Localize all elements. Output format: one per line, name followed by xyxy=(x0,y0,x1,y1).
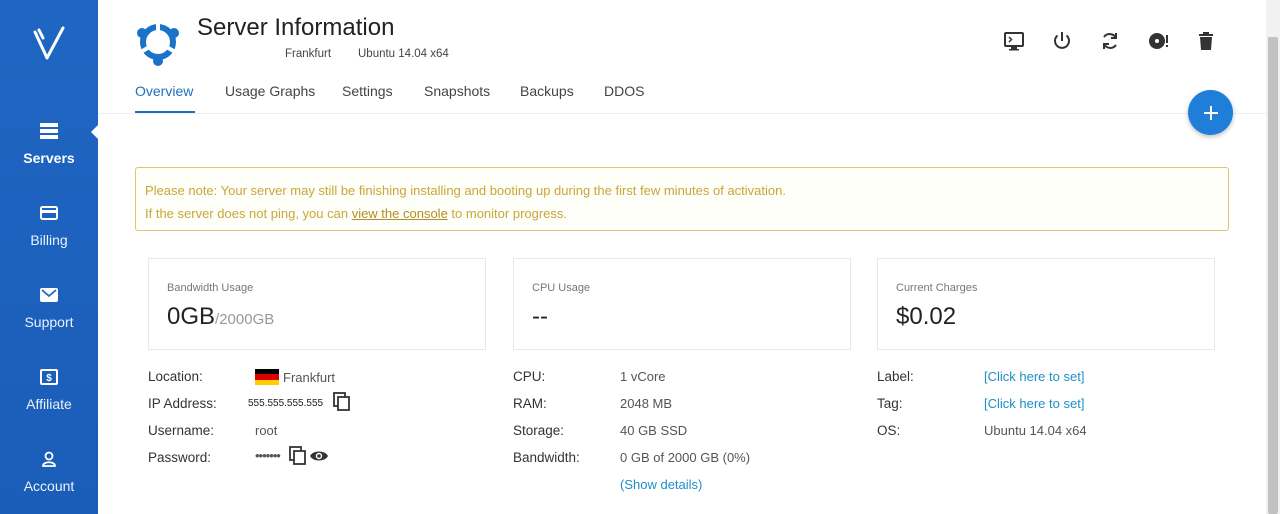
tag-label: Tag: xyxy=(877,396,903,411)
location-value: Frankfurt xyxy=(255,369,335,385)
sidebar-item-label: Support xyxy=(24,314,74,330)
bandwidth-usage-card: Bandwidth Usage 0GB/2000GB xyxy=(148,258,486,350)
sidebar-item-label: Servers xyxy=(23,150,75,166)
sidebar-item-affiliate[interactable]: $ Affiliate xyxy=(0,348,98,430)
copy-icon xyxy=(333,392,350,411)
reinstall-icon xyxy=(1149,33,1168,49)
power-button[interactable] xyxy=(1050,29,1074,53)
page-title: Server Information xyxy=(197,14,395,41)
set-label-link[interactable]: [Click here to set] xyxy=(984,369,1084,384)
notice-line-1: Please note: Your server may still be fi… xyxy=(145,183,786,198)
label-label: Label: xyxy=(877,369,914,384)
servers-icon xyxy=(38,120,60,142)
active-tab-underline xyxy=(135,111,195,113)
server-location: Frankfurt xyxy=(285,48,332,60)
logo-icon xyxy=(33,26,65,60)
bandwidth-value: 0 GB of 2000 GB (0%) xyxy=(620,450,751,465)
notice-text: If the server does not ping, you can xyxy=(145,206,352,221)
show-password-button[interactable] xyxy=(308,446,330,466)
setup-notice: Please note: Your server may still be fi… xyxy=(135,167,1229,231)
ip-address-label: IP Address: xyxy=(148,396,217,411)
ip-address-value: 555.555.555.555 xyxy=(248,398,324,409)
bandwidth-label: Bandwidth: xyxy=(513,450,580,465)
card-value: 0GB/2000GB xyxy=(167,303,274,331)
storage-value: 40 GB SSD xyxy=(620,423,688,438)
copy-ip-button[interactable] xyxy=(332,392,352,412)
ram-value: 2048 MB xyxy=(620,396,673,411)
dollar-icon: $ xyxy=(38,366,60,388)
card-label: Bandwidth Usage xyxy=(167,282,254,294)
tab-settings[interactable]: Settings xyxy=(342,83,393,99)
sidebar-item-label: Account xyxy=(23,478,75,494)
credit-card-icon xyxy=(38,202,60,224)
server-os: Ubuntu 14.04 x64 xyxy=(358,48,449,60)
power-icon xyxy=(1054,32,1070,49)
card-label: CPU Usage xyxy=(532,282,591,294)
card-value: -- xyxy=(532,303,548,330)
sidebar-item-label: Affiliate xyxy=(26,396,72,412)
bandwidth-total: /2000GB xyxy=(215,311,275,328)
copy-icon xyxy=(289,446,306,465)
plus-icon xyxy=(1203,105,1218,120)
bandwidth-used: 0GB xyxy=(167,303,216,330)
notice-line-2: If the server does not ping, you can vie… xyxy=(145,202,1228,225)
show-details-link[interactable]: (Show details) xyxy=(620,477,702,492)
eye-icon xyxy=(310,451,328,461)
active-indicator xyxy=(91,124,99,140)
console-button[interactable] xyxy=(1002,29,1026,53)
sidebar-item-label: Billing xyxy=(30,232,68,248)
notice-text: to monitor progress. xyxy=(447,206,568,221)
os-value: Ubuntu 14.04 x64 xyxy=(984,423,1087,438)
sidebar-item-servers[interactable]: Servers xyxy=(0,102,98,184)
sidebar-item-account[interactable]: Account xyxy=(0,430,98,512)
trash-icon xyxy=(1199,32,1213,50)
ram-label: RAM: xyxy=(513,396,547,411)
os-label: OS: xyxy=(877,423,901,438)
scrollbar-thumb[interactable] xyxy=(1268,37,1278,514)
username-value: root xyxy=(255,423,278,438)
sidebar-item-billing[interactable]: Billing xyxy=(0,184,98,266)
restart-icon xyxy=(1103,33,1117,49)
germany-flag-icon xyxy=(255,369,279,385)
mail-icon xyxy=(38,284,60,306)
storage-label: Storage: xyxy=(513,423,565,438)
cpu-value: 1 vCore xyxy=(620,369,666,384)
view-console-link[interactable]: view the console xyxy=(352,206,448,221)
copy-password-button[interactable] xyxy=(288,446,308,466)
username-label: Username: xyxy=(148,423,215,438)
sidebar-item-support[interactable]: Support xyxy=(0,266,98,348)
card-value: $0.02 xyxy=(896,303,957,330)
reinstall-button[interactable] xyxy=(1146,29,1170,53)
location-text: Frankfurt xyxy=(283,370,336,385)
password-label: Password: xyxy=(148,450,212,465)
vultr-logo[interactable] xyxy=(0,0,98,88)
tab-overview[interactable]: Overview xyxy=(135,83,193,99)
set-tag-link[interactable]: [Click here to set] xyxy=(984,396,1084,411)
ubuntu-os-icon xyxy=(134,18,182,66)
tabs-divider xyxy=(98,113,1266,114)
cpu-label: CPU: xyxy=(513,369,546,384)
delete-button[interactable] xyxy=(1194,29,1218,53)
sidebar: Servers Billing Support $ Affiliate Acco… xyxy=(0,0,99,514)
svg-text:$: $ xyxy=(46,373,52,384)
user-icon xyxy=(38,448,60,470)
console-icon xyxy=(1004,32,1024,51)
restart-button[interactable] xyxy=(1098,29,1122,53)
tab-backups[interactable]: Backups xyxy=(520,83,574,99)
add-server-button[interactable] xyxy=(1188,90,1233,135)
tab-ddos[interactable]: DDOS xyxy=(604,83,644,99)
location-label: Location: xyxy=(148,369,203,384)
current-charges-card: Current Charges $0.02 xyxy=(877,258,1215,350)
tab-snapshots[interactable]: Snapshots xyxy=(424,83,490,99)
tab-usage-graphs[interactable]: Usage Graphs xyxy=(225,83,315,99)
password-value: ••••••• xyxy=(255,448,281,463)
cpu-usage-card: CPU Usage -- xyxy=(513,258,851,350)
card-label: Current Charges xyxy=(896,282,978,294)
